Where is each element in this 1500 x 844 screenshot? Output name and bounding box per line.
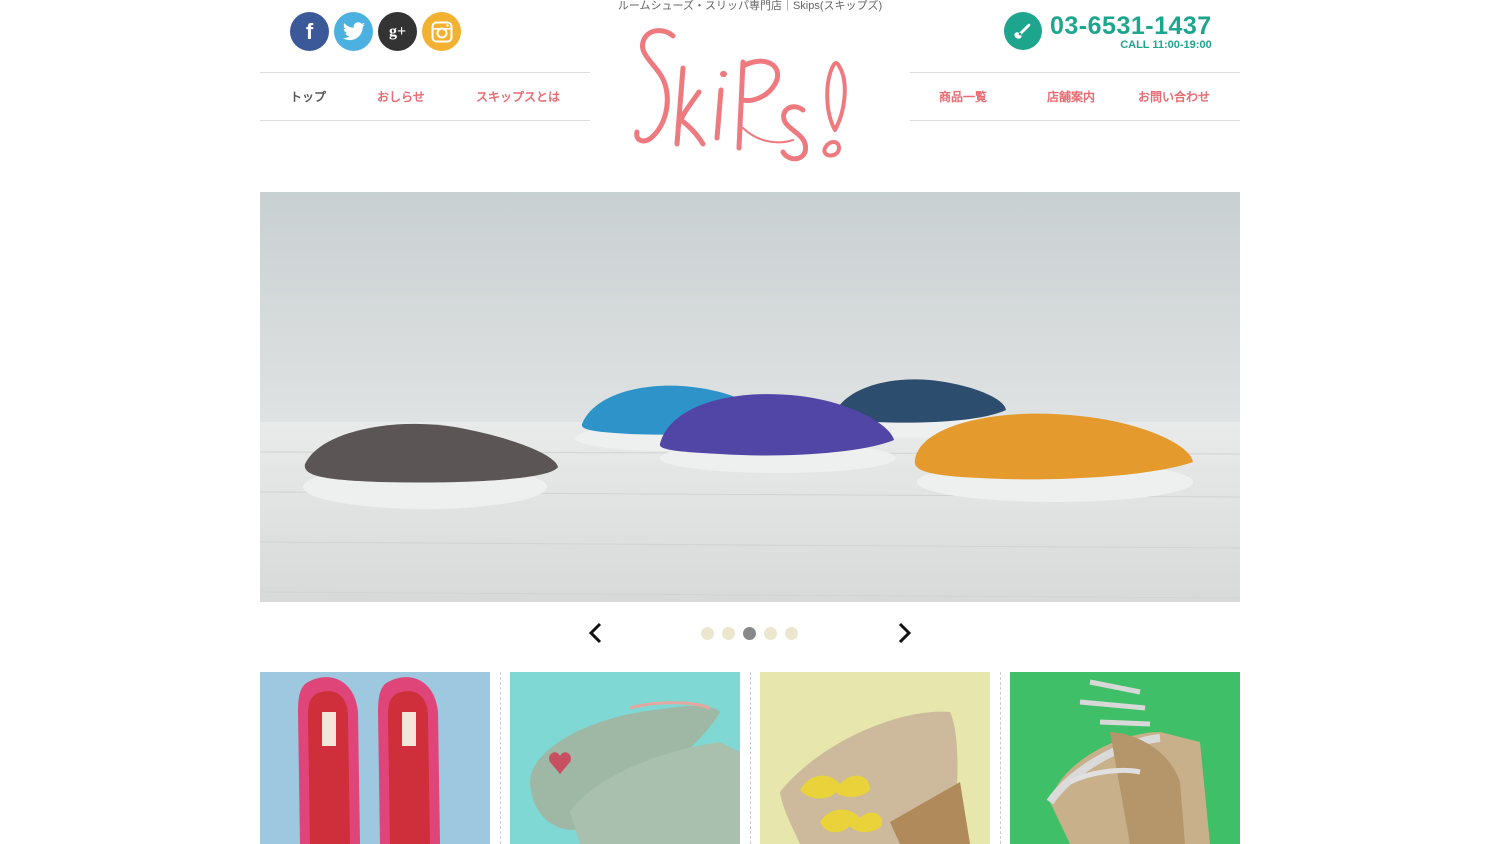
nav-about[interactable]: スキップスとは xyxy=(476,88,560,105)
phone-contact: 03-6531-1437 CALL 11:00-19:00 xyxy=(1004,12,1212,51)
social-links: f g+ xyxy=(290,12,461,51)
slider-dot[interactable] xyxy=(701,627,714,640)
chevron-left-icon[interactable] xyxy=(583,620,609,646)
slider-dot[interactable] xyxy=(785,627,798,640)
slider-dot[interactable] xyxy=(764,627,777,640)
phone-icon xyxy=(1004,12,1042,50)
nav-right: 商品一覧 店舗案内 お問い合わせ xyxy=(910,72,1240,121)
product-thumbnail[interactable] xyxy=(760,672,990,844)
phone-number[interactable]: 03-6531-1437 xyxy=(1050,12,1212,40)
nav-products[interactable]: 商品一覧 xyxy=(939,88,987,105)
product-thumbnail[interactable] xyxy=(1010,672,1240,844)
product-thumbnail[interactable] xyxy=(260,672,490,844)
phone-hours: CALL 11:00-19:00 xyxy=(1120,39,1212,51)
divider xyxy=(500,672,501,844)
divider xyxy=(750,672,751,844)
slider-controls xyxy=(0,620,1500,646)
hero-slide-image[interactable] xyxy=(260,192,1240,602)
chevron-right-icon[interactable] xyxy=(891,620,917,646)
nav-contact[interactable]: お問い合わせ xyxy=(1138,88,1210,105)
slider-dots xyxy=(701,627,798,640)
nav-top[interactable]: トップ xyxy=(290,88,326,105)
slider-dot-active[interactable] xyxy=(743,627,756,640)
divider xyxy=(1000,672,1001,844)
facebook-icon[interactable]: f xyxy=(290,12,329,51)
nav-left: トップ おしらせ スキップスとは xyxy=(260,72,590,121)
nav-store-info[interactable]: 店舗案内 xyxy=(1047,88,1095,105)
product-thumbnail[interactable] xyxy=(510,672,740,844)
google-plus-icon[interactable]: g+ xyxy=(378,12,417,51)
instagram-icon[interactable] xyxy=(422,12,461,51)
twitter-icon[interactable] xyxy=(334,12,373,51)
product-grid xyxy=(260,672,1240,844)
site-tagline: ルームシューズ・スリッパ専門店｜Skips(スキップズ) xyxy=(617,0,883,12)
site-logo[interactable] xyxy=(625,22,875,167)
slider-dot[interactable] xyxy=(722,627,735,640)
nav-news[interactable]: おしらせ xyxy=(377,88,425,105)
